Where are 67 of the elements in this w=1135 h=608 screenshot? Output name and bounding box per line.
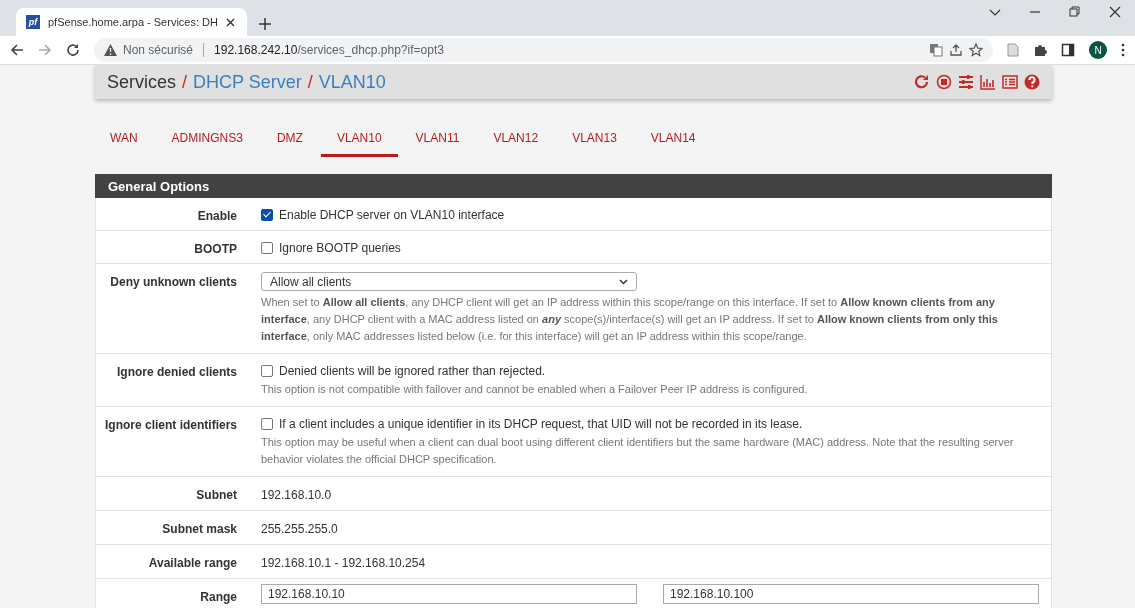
interface-tab[interactable]: ADMINGNS3 xyxy=(155,121,259,157)
checkbox-label: If a client includes a unique identifier in its DHCP request, that UID will not be recorded in its lease. xyxy=(279,417,803,431)
dropdown[interactable]: Allow all clients xyxy=(261,272,637,291)
sliders-icon[interactable] xyxy=(958,74,974,90)
breadcrumb-separator: / xyxy=(182,71,188,93)
translate-icon[interactable] xyxy=(929,43,943,57)
field-label: Enable xyxy=(196,208,238,225)
input-field[interactable]: 192.168.10.10 xyxy=(261,584,637,604)
restore-icon[interactable] xyxy=(1069,6,1081,18)
interface-tab[interactable]: VLAN10 xyxy=(320,121,398,157)
plus-icon[interactable] xyxy=(258,18,271,30)
interface-tab[interactable]: DMZ xyxy=(260,121,319,157)
checkbox[interactable] xyxy=(261,418,273,430)
input-field[interactable]: 192.168.10.100 xyxy=(663,584,1039,604)
side-panel-icon[interactable] xyxy=(1061,43,1075,57)
field-label: Range xyxy=(199,589,238,606)
interface-tab[interactable]: WAN xyxy=(95,121,154,157)
profile-avatar[interactable]: N xyxy=(1089,41,1107,59)
field-label: Subnet xyxy=(195,487,238,504)
star-icon[interactable] xyxy=(969,43,983,57)
breadcrumb-text: Services xyxy=(107,71,177,93)
help-text: This option is not compatible with failover and cannot be enabled when a Failover Peer IP address is configured. xyxy=(261,382,809,397)
restart-icon[interactable] xyxy=(914,74,930,90)
url-text: 192.168.242.10/services_dhcp.php?if=opt3 xyxy=(214,43,444,57)
field-label: BOOTP xyxy=(193,241,238,258)
checkbox-label: Ignore BOOTP queries xyxy=(279,241,401,255)
field-label: Subnet mask xyxy=(161,521,238,538)
address-bar[interactable]: Non sécurisé 192.168.242.10/services_dhcp.php?if=opt3 xyxy=(94,38,993,62)
browser-tab[interactable]: pf pfSense.home.arpa - Services: DH xyxy=(16,8,247,36)
close-icon[interactable] xyxy=(1109,6,1121,18)
close-icon[interactable] xyxy=(225,17,235,27)
field-value: 192.168.10.1 - 192.168.10.254 xyxy=(261,555,427,570)
checkbox-label: Denied clients will be ignored rather than rejected. xyxy=(279,364,546,378)
breadcrumb-separator: / xyxy=(307,71,313,93)
share-icon[interactable] xyxy=(949,43,963,57)
help-icon[interactable] xyxy=(1024,74,1040,90)
interface-tab[interactable]: VLAN14 xyxy=(634,121,712,157)
field-label: Ignore denied clients xyxy=(115,364,238,381)
interface-tab[interactable]: VLAN13 xyxy=(556,121,633,157)
reload-icon[interactable] xyxy=(66,43,80,57)
help-text: This option may be useful when a client can dual boot using different client identifiers but the same hardware (MAC) address. Note that the resulting server behavior violates the official DHCP specification. xyxy=(261,435,1015,467)
checkbox-label: Enable DHCP server on VLAN10 interface xyxy=(279,208,505,222)
bar-chart-icon[interactable] xyxy=(980,74,996,90)
panel-header: General Options xyxy=(95,174,1052,198)
interface-tab[interactable]: VLAN12 xyxy=(477,121,555,157)
stop-icon[interactable] xyxy=(936,74,952,90)
field-value: 255.255.255.0 xyxy=(261,521,339,536)
back-icon[interactable] xyxy=(10,43,24,57)
field-value: 192.168.10.0 xyxy=(261,487,333,502)
more-icon[interactable] xyxy=(1121,43,1125,57)
field-label: Ignore client identifiers xyxy=(103,417,238,434)
field-label: Deny unknown clients xyxy=(109,274,238,291)
puzzle-icon[interactable] xyxy=(1033,43,1047,57)
list-icon[interactable] xyxy=(1002,74,1018,90)
warning-icon xyxy=(104,44,117,56)
interface-tab[interactable]: VLAN11 xyxy=(399,121,476,157)
security-label: Non sécurisé xyxy=(123,43,194,57)
tab-title: pfSense.home.arpa - Services: DH xyxy=(48,16,218,28)
checkbox[interactable] xyxy=(261,242,273,254)
field-label: Available range xyxy=(147,555,238,572)
chevron-down-icon[interactable] xyxy=(619,278,628,285)
breadcrumb-link[interactable]: DHCP Server xyxy=(193,71,302,93)
help-text: When set to Allow all clients, any DHCP client will get an IP address within this scope/range on this interface. If set to Allow known clients from any interface, any DHCP client with a MAC address listed on any scope(s)/interface(s) will get an IP address. If set to Allow known clients from only this interface, only MAC addresses listed below (i.e. for this interface) will get an IP address within this scope/range. xyxy=(261,295,999,344)
checkbox[interactable] xyxy=(261,365,273,377)
checkbox[interactable] xyxy=(261,209,273,221)
site-logo: pf xyxy=(26,15,40,29)
breadcrumb-link[interactable]: VLAN10 xyxy=(318,71,386,93)
